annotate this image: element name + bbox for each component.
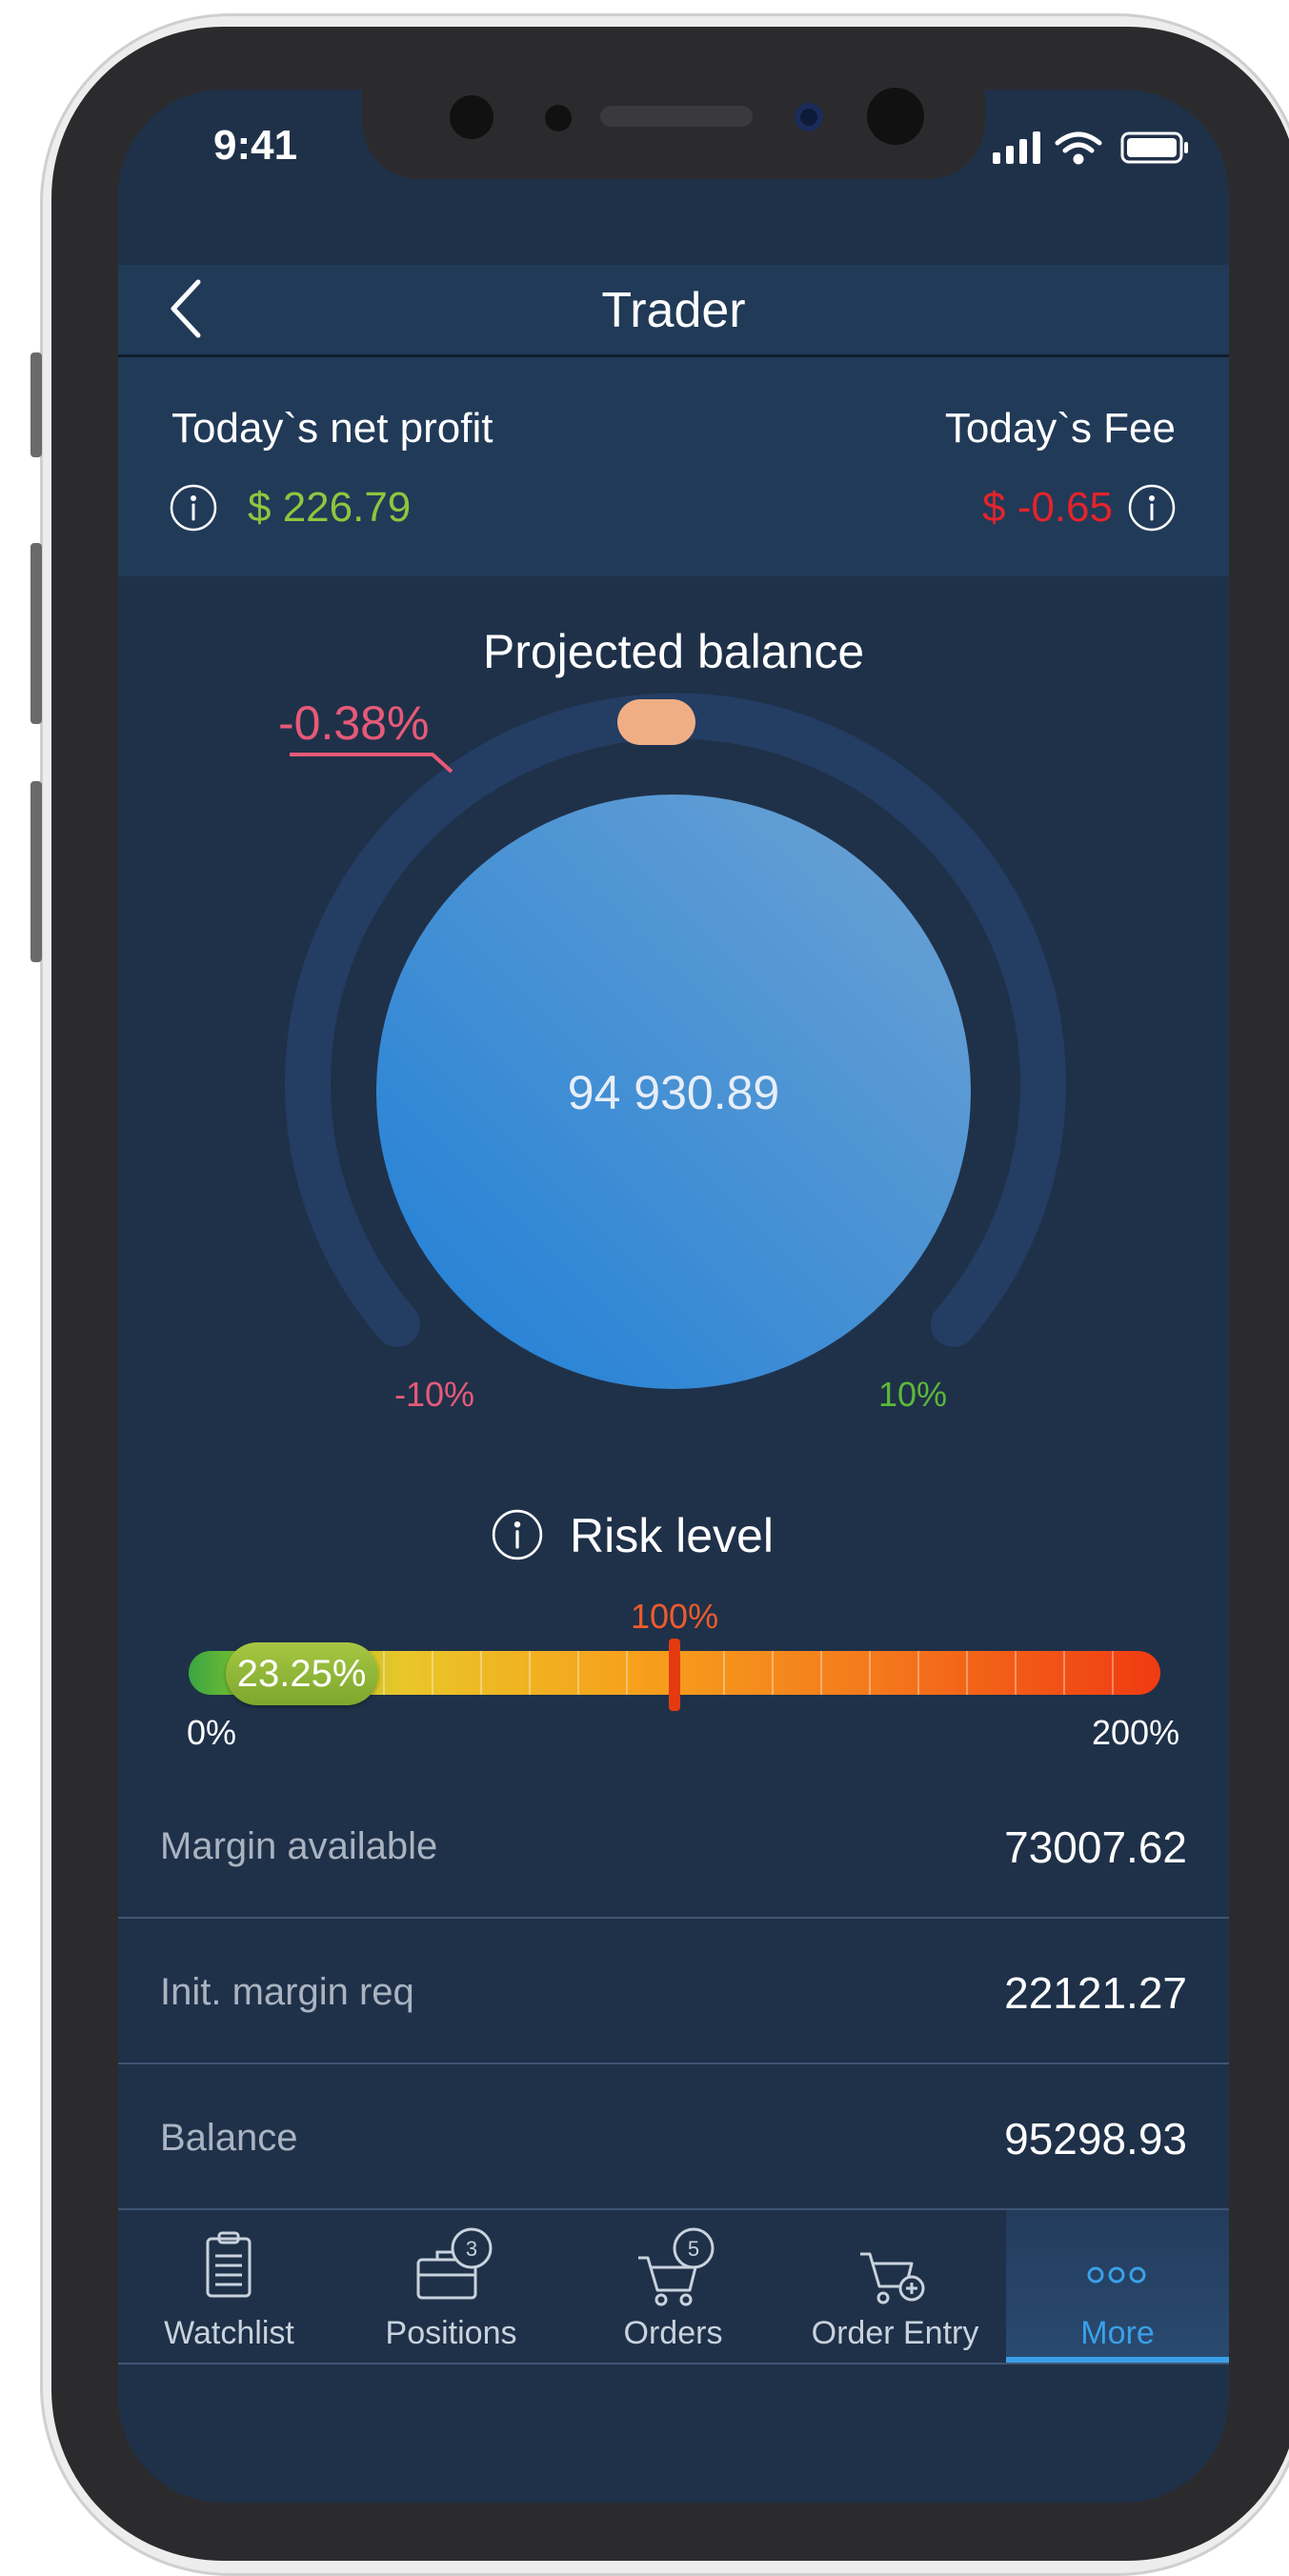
net-profit-value: $ 226.79: [248, 484, 412, 531]
info-icon[interactable]: [1128, 484, 1176, 532]
sensor-dot: [450, 95, 493, 139]
risk-bar-tick: [1112, 1651, 1114, 1695]
row-value: 95298.93: [1004, 2114, 1187, 2163]
status-time: 9:41: [213, 122, 298, 169]
tab-label: Order Entry: [811, 2315, 979, 2351]
cart-add-icon: [860, 2252, 925, 2304]
row-label: Balance: [160, 2117, 298, 2159]
briefcase-icon: 3: [416, 2227, 493, 2300]
navigation-bar: Trader: [118, 265, 1229, 357]
risk-value-badge: 23.25%: [225, 1642, 378, 1705]
cart-icon: 5: [638, 2227, 715, 2306]
fee-label: Today`s Fee: [944, 405, 1176, 452]
orders-badge: 5: [688, 2237, 699, 2261]
risk-100-marker: [669, 1639, 680, 1711]
risk-bar-tick: [1063, 1651, 1065, 1695]
risk-bar-tick: [820, 1651, 822, 1695]
gauge-max-label: 10%: [878, 1375, 948, 1414]
margin-available-row: Margin available 73007.62: [118, 1772, 1229, 1919]
clipboard-icon: [206, 2231, 252, 2298]
more-icon: [1087, 2266, 1146, 2284]
daily-summary: Today`s net profit $ 226.79 Today`s Fee …: [118, 357, 1229, 576]
risk-max-label: 200%: [1092, 1713, 1180, 1752]
speaker-grille: [600, 106, 753, 127]
init-margin-row: Init. margin req 22121.27: [118, 1918, 1229, 2064]
row-label: Init. margin req: [160, 1971, 414, 2013]
balance-change: -0.38%: [278, 696, 430, 750]
tab-watchlist[interactable]: Watchlist: [118, 2210, 340, 2363]
projected-balance-gauge: [285, 693, 1066, 1389]
risk-min-label: 0%: [187, 1713, 237, 1752]
tab-more[interactable]: More: [1006, 2210, 1229, 2363]
signal-icon: [993, 131, 1040, 164]
risk-bar-tick: [529, 1651, 531, 1695]
tab-label: Watchlist: [164, 2315, 294, 2351]
tab-orders[interactable]: 5 Orders: [562, 2210, 784, 2363]
status-icons: [991, 128, 1191, 171]
risk-mid-label: 100%: [631, 1597, 719, 1636]
page-title: Trader: [601, 283, 746, 338]
info-icon[interactable]: [492, 1509, 543, 1560]
row-value: 73007.62: [1004, 1822, 1187, 1872]
risk-bar-tick: [480, 1651, 482, 1695]
tab-bar: Watchlist 3 Positions 5 Orders Order Ent…: [118, 2208, 1229, 2365]
risk-bar-tick: [626, 1651, 628, 1695]
volume-down-button: [30, 781, 42, 962]
risk-bar-tick: [432, 1651, 433, 1695]
risk-bar-tick: [772, 1651, 774, 1695]
tab-label: Orders: [623, 2315, 723, 2351]
risk-bar-tick: [1015, 1651, 1017, 1695]
fee-value: $ -0.65: [982, 484, 1113, 531]
active-tab-indicator: [1006, 2357, 1229, 2363]
change-callout-line: [290, 753, 453, 774]
gauge-marker: [617, 699, 695, 745]
wifi-icon: [1055, 131, 1102, 165]
risk-bar-tick: [723, 1651, 725, 1695]
risk-bar-tick: [917, 1651, 919, 1695]
risk-bar-tick: [577, 1651, 579, 1695]
tab-positions[interactable]: 3 Positions: [340, 2210, 562, 2363]
risk-bar-tick: [869, 1651, 871, 1695]
sensor-dot: [867, 88, 924, 145]
row-value: 22121.27: [1004, 1968, 1187, 2018]
tab-label: Positions: [385, 2315, 517, 2351]
tab-order-entry[interactable]: Order Entry: [784, 2210, 1006, 2363]
balance-value: 94 930.89: [567, 1066, 780, 1119]
info-icon[interactable]: [170, 484, 217, 532]
gauge-min-label: -10%: [394, 1375, 475, 1414]
risk-bar-tick: [383, 1651, 385, 1695]
balance-row: Balance 95298.93: [118, 2063, 1229, 2210]
front-camera: [795, 103, 823, 131]
silent-switch: [30, 352, 42, 457]
sensor-dot: [545, 105, 572, 131]
positions-badge: 3: [466, 2237, 477, 2261]
net-profit-label: Today`s net profit: [171, 405, 493, 452]
row-label: Margin available: [160, 1825, 438, 1867]
volume-up-button: [30, 543, 42, 724]
tab-label: More: [1080, 2315, 1155, 2351]
risk-bar-tick: [966, 1651, 968, 1695]
battery-icon: [1120, 131, 1188, 164]
risk-level-title: Risk level: [570, 1509, 774, 1562]
